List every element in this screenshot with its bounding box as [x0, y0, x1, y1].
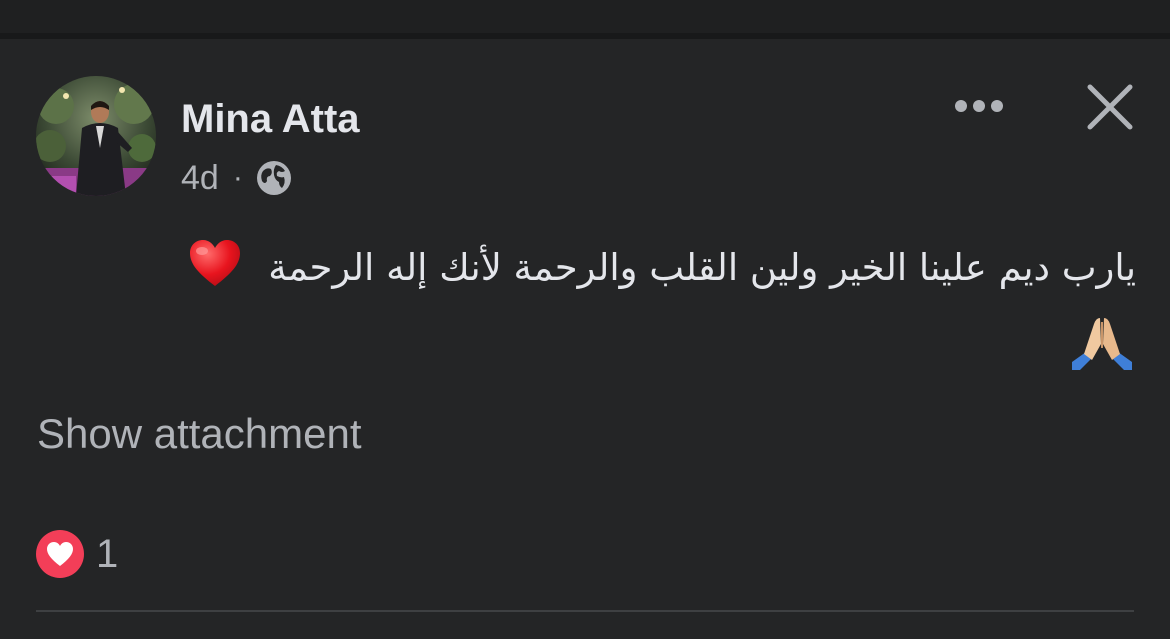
post-timestamp[interactable]: 4d	[181, 159, 219, 198]
top-strip	[0, 0, 1170, 33]
post-text: يارب ديم علينا الخير ولين القلب والرحمة …	[36, 235, 1136, 309]
heart-emoji	[188, 238, 242, 309]
more-options-icon	[955, 100, 1003, 112]
show-attachment-link[interactable]: Show attachment	[37, 409, 362, 459]
love-reaction-icon	[36, 530, 84, 578]
divider	[36, 610, 1134, 612]
avatar-image	[36, 76, 156, 196]
globe-icon[interactable]	[255, 159, 293, 197]
post-card: Mina Atta 4d · يارب ديم علينا الخير ولين…	[0, 39, 1170, 639]
meta-separator: ·	[232, 161, 243, 194]
avatar[interactable]	[36, 76, 156, 196]
reactions-summary[interactable]: 1	[36, 529, 118, 579]
folded-hands-emoji	[1070, 314, 1134, 370]
reaction-count: 1	[96, 531, 119, 576]
more-options-button[interactable]	[948, 83, 1010, 129]
author-name[interactable]: Mina Atta	[181, 95, 360, 143]
close-button[interactable]	[1080, 79, 1140, 135]
post-body: يارب ديم علينا الخير ولين القلب والرحمة …	[268, 246, 1136, 289]
close-icon	[1087, 84, 1133, 130]
post-meta: 4d ·	[181, 157, 293, 199]
